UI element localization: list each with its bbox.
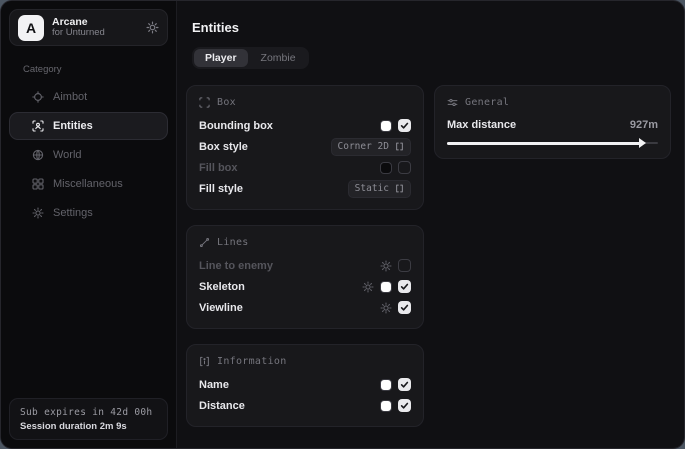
section-title: Lines xyxy=(217,237,249,248)
row-max-distance: Max distance 927m xyxy=(447,115,658,135)
row-fill-box: Fill box xyxy=(199,157,411,178)
sidebar-item-miscellaneous[interactable]: Miscellaneous xyxy=(9,170,168,198)
sliders-icon xyxy=(447,97,458,108)
section-title: General xyxy=(465,97,509,108)
name-checkbox[interactable] xyxy=(398,378,411,391)
row-name: Name xyxy=(199,374,411,395)
check-icon xyxy=(400,401,409,410)
brand-subtitle: for Unturned xyxy=(52,28,138,39)
slider-fill xyxy=(447,142,641,145)
sidebar-item-label: Entities xyxy=(53,120,93,132)
fill-style-dropdown[interactable]: Static xyxy=(348,180,411,198)
box-style-dropdown[interactable]: Corner 2D xyxy=(331,138,411,156)
row-settings-gear-icon[interactable] xyxy=(380,260,392,272)
brand-text: Arcane for Unturned xyxy=(52,16,138,39)
row-label: Skeleton xyxy=(199,281,245,293)
dropdown-value: Corner 2D xyxy=(338,141,389,152)
select-brackets-icon xyxy=(395,142,404,151)
sidebar-item-world[interactable]: World xyxy=(9,141,168,169)
row-label: Line to enemy xyxy=(199,260,273,272)
section-title: Information xyxy=(217,356,287,367)
row-label: Box style xyxy=(199,141,248,153)
max-distance-slider[interactable] xyxy=(447,138,658,148)
row-label: Viewline xyxy=(199,302,243,314)
row-label: Distance xyxy=(199,400,245,412)
check-icon xyxy=(400,121,409,130)
line-to-enemy-checkbox[interactable] xyxy=(398,259,411,272)
sidebar-item-label: World xyxy=(53,149,82,161)
sidebar: A Arcane for Unturned Category A xyxy=(1,1,177,448)
info-brackets-icon xyxy=(199,356,210,367)
row-label: Max distance xyxy=(447,119,516,131)
skeleton-checkbox[interactable] xyxy=(398,280,411,293)
distance-checkbox[interactable] xyxy=(398,399,411,412)
general-card-header: General xyxy=(447,94,658,110)
check-icon xyxy=(400,303,409,312)
diagonal-line-icon xyxy=(199,237,210,248)
gear-icon xyxy=(32,207,44,219)
lines-card-header: Lines xyxy=(199,234,411,250)
bounding-box-checkbox[interactable] xyxy=(398,119,411,132)
box-card: Box Bounding box Box style xyxy=(186,85,424,210)
check-icon xyxy=(400,380,409,389)
color-swatch[interactable] xyxy=(380,281,392,293)
row-label: Fill box xyxy=(199,162,238,174)
row-line-to-enemy: Line to enemy xyxy=(199,255,411,276)
box-card-header: Box xyxy=(199,94,411,110)
information-card: Information Name Distance xyxy=(186,344,424,427)
row-distance: Distance xyxy=(199,395,411,416)
page-title: Entities xyxy=(192,20,671,35)
sidebar-item-label: Aimbot xyxy=(53,91,87,103)
color-swatch[interactable] xyxy=(380,379,392,391)
check-icon xyxy=(400,282,409,291)
sidebar-item-aimbot[interactable]: Aimbot xyxy=(9,83,168,111)
color-swatch[interactable] xyxy=(380,162,392,174)
tab-zombie[interactable]: Zombie xyxy=(250,49,307,67)
subscription-card: Sub expires in 42d 00h Session duration … xyxy=(9,398,168,440)
tab-player[interactable]: Player xyxy=(194,49,248,67)
row-label: Bounding box xyxy=(199,120,273,132)
sidebar-item-label: Miscellaneous xyxy=(53,178,123,190)
color-swatch[interactable] xyxy=(380,400,392,412)
sidebar-item-settings[interactable]: Settings xyxy=(9,199,168,227)
app-window: A Arcane for Unturned Category A xyxy=(0,0,685,449)
viewline-checkbox[interactable] xyxy=(398,301,411,314)
row-box-style: Box style Corner 2D xyxy=(199,136,411,157)
crosshair-icon xyxy=(32,91,44,103)
main-panel: Entities Player Zombie Box xyxy=(177,1,684,448)
user-scan-icon xyxy=(32,120,44,132)
brand-card: A Arcane for Unturned xyxy=(9,9,168,46)
sidebar-nav: Aimbot Entities World xyxy=(1,83,176,228)
select-brackets-icon xyxy=(395,184,404,193)
category-label: Category xyxy=(23,64,176,75)
row-settings-gear-icon[interactable] xyxy=(362,281,374,293)
max-distance-value: 927m xyxy=(630,119,658,131)
dropdown-value: Static xyxy=(355,183,389,194)
grid-icon xyxy=(32,178,44,190)
information-card-header: Information xyxy=(199,353,411,369)
color-swatch[interactable] xyxy=(380,120,392,132)
row-settings-gear-icon[interactable] xyxy=(380,302,392,314)
globe-icon xyxy=(32,149,44,161)
row-label: Name xyxy=(199,379,229,391)
sidebar-item-entities[interactable]: Entities xyxy=(9,112,168,140)
row-skeleton: Skeleton xyxy=(199,276,411,297)
brand-logo: A xyxy=(18,15,44,41)
section-title: Box xyxy=(217,97,236,108)
entity-tabs: Player Zombie xyxy=(192,47,309,69)
slider-arrow-handle[interactable] xyxy=(639,138,646,148)
sub-expiry-text: Sub expires in 42d 00h xyxy=(20,407,157,418)
row-bounding-box: Bounding box xyxy=(199,115,411,136)
row-label: Fill style xyxy=(199,183,243,195)
row-fill-style: Fill style Static xyxy=(199,178,411,199)
scan-box-icon xyxy=(199,97,210,108)
row-viewline: Viewline xyxy=(199,297,411,318)
fill-box-checkbox[interactable] xyxy=(398,161,411,174)
general-card: General Max distance 927m xyxy=(434,85,671,159)
sidebar-item-label: Settings xyxy=(53,207,93,219)
session-duration-text: Session duration 2m 9s xyxy=(20,421,157,432)
brand-settings-gear-icon[interactable] xyxy=(146,21,159,34)
lines-card: Lines Line to enemy xyxy=(186,225,424,329)
